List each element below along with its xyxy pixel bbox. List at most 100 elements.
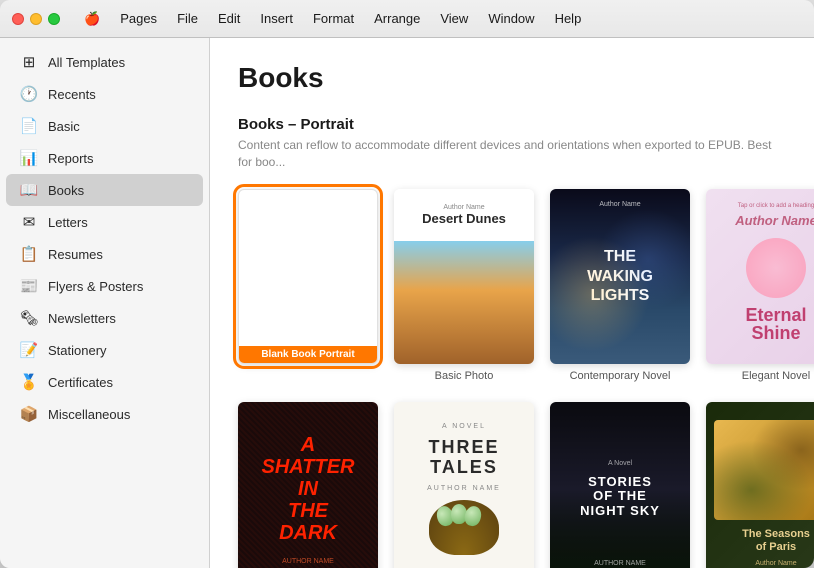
page-title: Books <box>238 62 786 94</box>
sidebar-item-label: Resumes <box>48 247 103 262</box>
sidebar-item-newsletters[interactable]: 🗞 Newsletters <box>6 302 203 334</box>
template-thumb-contemporary: Author Name THEWAKINGLIGHTS <box>550 189 690 364</box>
sidebar-item-label: Letters <box>48 215 88 230</box>
menu-insert[interactable]: Insert <box>252 9 301 28</box>
sidebar-item-label: Recents <box>48 87 96 102</box>
sidebar-item-basic[interactable]: 📄 Basic <box>6 110 203 142</box>
sidebar: ⊞ All Templates 🕐 Recents 📄 Basic 📊 Repo… <box>0 38 210 568</box>
all-templates-icon: ⊞ <box>20 53 38 71</box>
edgy-title: ASHATTERINTHEDARK <box>262 434 355 544</box>
sidebar-item-letters[interactable]: ✉ Letters <box>6 206 203 238</box>
desert-top: Author Name Desert Dunes <box>394 189 534 242</box>
sidebar-item-label: Newsletters <box>48 311 116 326</box>
sidebar-item-label: Miscellaneous <box>48 407 130 422</box>
desert-title: Desert Dunes <box>422 211 506 226</box>
template-label: Basic Photo <box>435 370 494 382</box>
sidebar-item-miscellaneous[interactable]: 📦 Miscellaneous <box>6 398 203 430</box>
bokeh-effect <box>550 189 690 364</box>
traditional-title: The Seasonsof Paris <box>742 528 810 554</box>
template-blank-book-portrait[interactable]: Blank Book Portrait <box>238 189 378 382</box>
template-thumb-edgy: ASHATTERINTHEDARK AUTHOR NAME <box>238 402 378 568</box>
template-elegant-novel[interactable]: Tap or click to add a heading Author Nam… <box>706 189 814 382</box>
sidebar-item-label: All Templates <box>48 55 125 70</box>
menu-pages[interactable]: Pages <box>112 9 165 28</box>
elegant-tip: Tap or click to add a heading <box>738 203 814 209</box>
templates-grid-row1: Blank Book Portrait Author Name Desert D… <box>238 189 786 382</box>
template-basic-photo[interactable]: Author Name Desert Dunes Basic Photo <box>394 189 534 382</box>
titlebar: 🍎 Pages File Edit Insert Format Arrange … <box>0 0 814 38</box>
resumes-icon: 📋 <box>20 245 38 263</box>
sidebar-item-label: Certificates <box>48 375 113 390</box>
sidebar-item-books[interactable]: 📖 Books <box>6 174 203 206</box>
reports-icon: 📊 <box>20 149 38 167</box>
template-thumb-blank: Blank Book Portrait <box>238 189 378 364</box>
stationery-icon: 📝 <box>20 341 38 359</box>
menu-help[interactable]: Help <box>547 9 590 28</box>
template-thumb-desert: Author Name Desert Dunes <box>394 189 534 364</box>
menu-view[interactable]: View <box>432 9 476 28</box>
newsletters-icon: 🗞 <box>20 309 38 327</box>
template-edgy-novel[interactable]: ASHATTERINTHEDARK AUTHOR NAME Edgy Novel <box>238 402 378 568</box>
sidebar-item-all-templates[interactable]: ⊞ All Templates <box>6 46 203 78</box>
sidebar-item-resumes[interactable]: 📋 Resumes <box>6 238 203 270</box>
template-thumb-traditional: The Seasonsof Paris Author Name <box>706 402 814 568</box>
traditional-image <box>714 420 814 520</box>
simple-title: THREETALES <box>428 438 499 478</box>
basic-icon: 📄 <box>20 117 38 135</box>
close-button[interactable] <box>12 13 24 25</box>
menu-window[interactable]: Window <box>480 9 542 28</box>
template-label: Elegant Novel <box>742 370 811 382</box>
modern-author: AUTHOR NAME <box>594 560 646 567</box>
recents-icon: 🕐 <box>20 85 38 103</box>
menu-file[interactable]: File <box>169 9 206 28</box>
menu-bar: 🍎 Pages File Edit Insert Format Arrange … <box>76 9 589 29</box>
elegant-title: EternalShine <box>745 306 806 342</box>
minimize-button[interactable] <box>30 13 42 25</box>
traditional-leaves <box>714 420 814 520</box>
letters-icon: ✉ <box>20 213 38 231</box>
elegant-blob <box>746 238 806 298</box>
menu-arrange[interactable]: Arrange <box>366 9 428 28</box>
blank-badge: Blank Book Portrait <box>239 346 377 363</box>
sidebar-item-reports[interactable]: 📊 Reports <box>6 142 203 174</box>
certificates-icon: 🏅 <box>20 373 38 391</box>
template-thumb-elegant: Tap or click to add a heading Author Nam… <box>706 189 814 364</box>
edgy-author: AUTHOR NAME <box>282 558 334 565</box>
menu-edit[interactable]: Edit <box>210 9 248 28</box>
simple-author-top: A Novel <box>442 423 486 430</box>
simple-nest <box>429 500 499 555</box>
content-area: Books Books – Portrait Content can reflo… <box>210 38 814 568</box>
desert-image <box>394 241 534 364</box>
contemporary-author: Author Name <box>599 201 640 208</box>
sidebar-item-recents[interactable]: 🕐 Recents <box>6 78 203 110</box>
sidebar-item-label: Stationery <box>48 343 107 358</box>
template-label: Contemporary Novel <box>570 370 671 382</box>
sidebar-item-label: Basic <box>48 119 80 134</box>
books-icon: 📖 <box>20 181 38 199</box>
simple-author: AUTHOR NAME <box>427 485 501 492</box>
sidebar-item-flyers-posters[interactable]: 📰 Flyers & Posters <box>6 270 203 302</box>
menu-format[interactable]: Format <box>305 9 362 28</box>
maximize-button[interactable] <box>48 13 60 25</box>
misc-icon: 📦 <box>20 405 38 423</box>
apple-menu[interactable]: 🍎 <box>76 9 108 29</box>
templates-grid-row2: ASHATTERINTHEDARK AUTHOR NAME Edgy Novel… <box>238 402 786 568</box>
template-modern-novel[interactable]: A Novel STORIESOF THENIGHT SKY AUTHOR NA… <box>550 402 690 568</box>
desert-author: Author Name <box>443 204 484 211</box>
main-layout: ⊞ All Templates 🕐 Recents 📄 Basic 📊 Repo… <box>0 38 814 568</box>
app-window: 🍎 Pages File Edit Insert Format Arrange … <box>0 0 814 568</box>
modern-top: A Novel <box>608 460 632 467</box>
modern-title: STORIESOF THENIGHT SKY <box>580 475 660 518</box>
sidebar-item-stationery[interactable]: 📝 Stationery <box>6 334 203 366</box>
sidebar-item-certificates[interactable]: 🏅 Certificates <box>6 366 203 398</box>
traditional-author: Author Name <box>755 560 796 567</box>
template-thumb-simple: A Novel THREETALES AUTHOR NAME <box>394 402 534 568</box>
flyers-icon: 📰 <box>20 277 38 295</box>
sidebar-item-label: Books <box>48 183 84 198</box>
template-traditional-novel[interactable]: The Seasonsof Paris Author Name Traditio… <box>706 402 814 568</box>
template-simple-novel[interactable]: A Novel THREETALES AUTHOR NAME Simple No… <box>394 402 534 568</box>
template-thumb-modern: A Novel STORIESOF THENIGHT SKY AUTHOR NA… <box>550 402 690 568</box>
template-contemporary-novel[interactable]: Author Name THEWAKINGLIGHTS Contemporary… <box>550 189 690 382</box>
sidebar-item-label: Reports <box>48 151 94 166</box>
elegant-author: Author Name <box>735 213 814 228</box>
